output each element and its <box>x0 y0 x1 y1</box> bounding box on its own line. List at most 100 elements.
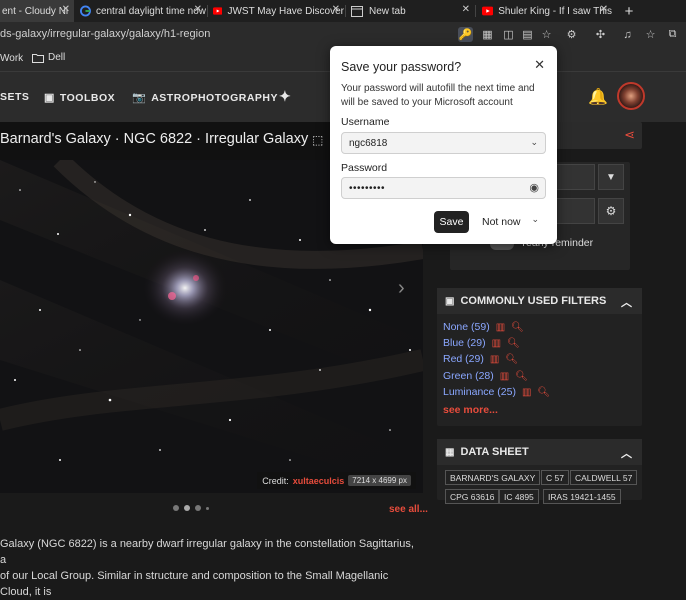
chevron-down-icon[interactable]: ⌄ <box>531 214 539 225</box>
catalog-tag[interactable]: CALDWELL 57 <box>570 470 638 485</box>
carousel-dot[interactable] <box>206 506 209 510</box>
next-image-chevron-icon[interactable]: › <box>398 277 405 300</box>
plus-icon: + <box>624 2 634 20</box>
description-text: Galaxy (NGC 6822) is a nearby dwarf irre… <box>0 536 418 600</box>
dialog-title: Save your password? <box>341 60 462 74</box>
filter-item[interactable]: None (59) ▥ 🔍︎ <box>443 321 524 333</box>
favorite-work[interactable]: Work <box>0 53 23 64</box>
filter-link[interactable]: Green (28) <box>443 370 494 382</box>
see-more-link[interactable]: see more... <box>443 404 498 416</box>
chevron-down-icon[interactable]: ▼ <box>598 164 624 190</box>
newtab-icon <box>351 5 363 17</box>
sparkle-icon[interactable]: ✦ <box>279 88 291 105</box>
tab-youtube-jwst[interactable]: JWST May Have Discover ✕ <box>209 0 344 22</box>
description-line: of our Local Group. Similar in structure… <box>0 570 389 598</box>
gear-icon[interactable]: ⚙ <box>598 198 624 224</box>
filter-link[interactable]: None (59) <box>443 321 490 333</box>
nav-datasets[interactable]: SETS <box>0 91 29 103</box>
filter-link[interactable]: Luminance (25) <box>443 386 516 398</box>
reader-mode-icon[interactable]: ◫ <box>501 27 516 42</box>
datasheet-panel: ▦ DATA SHEET ︿ BARNARD'S GALAXY C 57 CAL… <box>437 439 642 504</box>
collections-icon[interactable]: ⧉ <box>665 27 680 42</box>
catalog-tag[interactable]: BARNARD'S GALAXY <box>445 470 541 485</box>
chevron-down-icon[interactable]: ⌄ <box>530 137 538 148</box>
tab-youtube-shuler[interactable]: Shuler King - If I saw This ✕ <box>477 0 612 22</box>
save-button[interactable]: Save <box>434 211 469 233</box>
apps-icon[interactable]: ▦ <box>480 27 495 42</box>
close-icon[interactable]: ✕ <box>534 57 545 73</box>
tab-divider <box>345 5 346 17</box>
password-label: Password <box>341 162 388 174</box>
catalog-tag[interactable]: IRAS 19421-1455 <box>543 489 621 504</box>
tab-label: central daylight time now <box>95 5 206 17</box>
chevron-up-icon[interactable]: ︿ <box>621 294 632 310</box>
tab-google[interactable]: central daylight time now ✕ <box>76 0 206 22</box>
youtube-icon <box>482 6 494 16</box>
nav-astrophotography[interactable]: 📷 ASTROPHOTOGRAPHY <box>132 91 278 105</box>
tab-cloudy-nights[interactable]: ent - Cloudy Ni ✕ <box>0 0 74 22</box>
chart-icon[interactable]: ▥ <box>500 371 509 382</box>
favorite-star-icon[interactable]: ☆ <box>539 27 554 42</box>
close-icon[interactable]: ✕ <box>462 4 470 15</box>
filter-icon: ▣ <box>445 295 455 307</box>
carousel-dot[interactable] <box>195 505 201 511</box>
close-icon[interactable]: ✕ <box>194 4 202 15</box>
close-icon[interactable]: ✕ <box>62 4 70 15</box>
filter-link[interactable]: Blue (29) <box>443 337 486 349</box>
filter-item[interactable]: Red (29) ▥ 🔍︎ <box>443 353 518 365</box>
search-icon[interactable]: 🔍︎ <box>505 354 518 365</box>
password-field[interactable]: ••••••••• ◉ <box>341 177 546 199</box>
google-icon <box>80 5 91 17</box>
not-now-button[interactable]: Not now ⌄ <box>476 211 546 233</box>
chart-icon[interactable]: ▥ <box>490 354 499 365</box>
chart-icon[interactable]: ▥ <box>522 387 531 398</box>
page-title: Barnard's Galaxy · NGC 6822 · Irregular … <box>0 131 309 147</box>
compare-icon[interactable]: ⬚ <box>312 133 323 147</box>
folder-icon <box>32 53 44 63</box>
chart-icon[interactable]: ▥ <box>492 338 501 349</box>
tab-new-tab[interactable]: New tab ✕ <box>347 0 474 22</box>
music-icon[interactable]: ♫ <box>620 27 635 42</box>
image-dimensions: 7214 x 4699 px <box>348 475 411 486</box>
save-password-dialog: Save your password? ✕ Your password will… <box>330 46 557 244</box>
search-icon[interactable]: 🔍︎ <box>511 322 524 333</box>
nav-toolbox[interactable]: ▣ TOOLBOX <box>44 91 115 105</box>
credit-label: Credit: <box>262 475 289 486</box>
extension-icon[interactable]: ⚙ <box>564 27 579 42</box>
chevron-up-icon[interactable]: ︿ <box>621 445 632 461</box>
new-tab-button[interactable]: + <box>620 0 638 22</box>
username-field[interactable]: ngc6818 ⌄ <box>341 132 546 154</box>
read-aloud-icon[interactable]: ▤ <box>520 27 535 42</box>
filters-panel: ▣ COMMONLY USED FILTERS ︿ None (59) ▥ 🔍︎ B… <box>437 288 642 426</box>
search-icon[interactable]: 🔍︎ <box>507 338 520 349</box>
catalog-tag[interactable]: CPG 63616 <box>445 489 500 504</box>
extensions-puzzle-icon[interactable]: ✣ <box>593 27 608 42</box>
close-icon[interactable]: ✕ <box>332 4 340 15</box>
filter-link[interactable]: Red (29) <box>443 353 484 365</box>
favorite-label: Dell <box>48 52 66 63</box>
catalog-tag[interactable]: C 57 <box>541 470 569 485</box>
close-icon[interactable]: ✕ <box>600 4 608 15</box>
favorites-icon[interactable]: ☆ <box>643 27 658 42</box>
bell-icon[interactable]: 🔔 <box>588 87 608 107</box>
filter-item[interactable]: Green (28) ▥ 🔍︎ <box>443 370 528 382</box>
chart-icon[interactable]: ▥ <box>496 322 505 333</box>
datasheet-header[interactable]: ▦ DATA SHEET ︿ <box>437 439 642 465</box>
see-all-link[interactable]: see all... <box>389 504 428 515</box>
filters-header[interactable]: ▣ COMMONLY USED FILTERS ︿ <box>437 288 642 314</box>
filter-item[interactable]: Blue (29) ▥ 🔍︎ <box>443 337 520 349</box>
search-icon[interactable]: 🔍︎ <box>537 387 550 398</box>
carousel-dot[interactable] <box>184 505 190 511</box>
filter-item[interactable]: Luminance (25) ▥ 🔍︎ <box>443 386 550 398</box>
key-icon[interactable]: 🔑 <box>458 27 473 42</box>
favorite-dell[interactable]: Dell <box>32 52 65 63</box>
share-icon[interactable]: ⋖ <box>624 127 635 143</box>
youtube-icon <box>213 7 223 15</box>
catalog-tag[interactable]: IC 4895 <box>499 489 539 504</box>
avatar[interactable] <box>617 82 645 110</box>
credit-author-link[interactable]: xultaeculcis <box>293 476 345 486</box>
eye-icon[interactable]: ◉ <box>529 181 539 194</box>
url-field[interactable]: ds-galaxy/irregular-galaxy/galaxy/h1-reg… <box>0 28 210 40</box>
search-icon[interactable]: 🔍︎ <box>515 371 528 382</box>
carousel-dot[interactable] <box>173 505 179 511</box>
